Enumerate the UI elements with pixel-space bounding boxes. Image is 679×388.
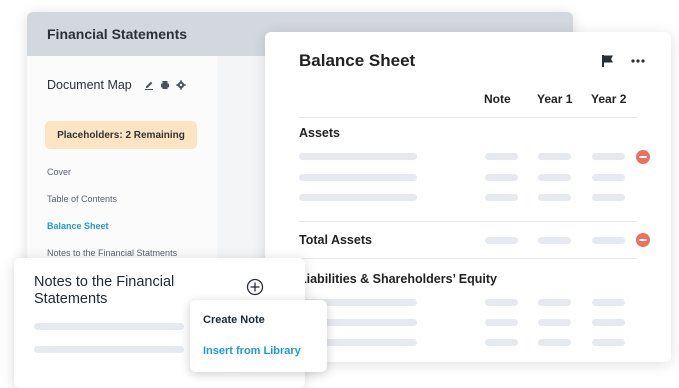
cell-placeholder [538,319,571,326]
divider [299,221,637,222]
cell-placeholder [592,319,625,326]
cell-placeholder [485,194,518,201]
cell-placeholder [592,153,625,160]
row-label-placeholder [299,174,417,181]
cell-placeholder [485,299,518,306]
nav-item-table-of-contents[interactable]: Table of Contents [47,194,117,204]
menu-item-create-note[interactable]: Create Note [203,314,265,326]
section-liabilities: Liabilities & Shareholders’ Equity [299,272,497,286]
printer-icon[interactable] [160,80,170,90]
cell-placeholder [592,194,625,201]
cell-placeholder [592,299,625,306]
column-header-year-2: Year 2 [591,92,627,106]
cell-placeholder [538,153,571,160]
nav-item-notes[interactable]: Notes to the Financial Statments [47,248,177,258]
cell-placeholder [592,174,625,181]
row-label-placeholder [299,194,417,201]
cell-placeholder [485,237,518,244]
plus-circle-icon[interactable] [246,278,264,296]
menu-item-insert-from-library[interactable]: Insert from Library [203,345,301,357]
row-label-placeholder [299,153,417,160]
more-icon[interactable] [631,59,645,63]
section-assets: Assets [299,126,340,140]
remove-icon[interactable] [636,150,650,164]
flag-icon[interactable] [601,54,615,68]
remove-icon[interactable] [636,233,650,247]
column-header-year-1: Year 1 [537,92,573,106]
cell-placeholder [485,339,518,346]
document-map-label: Document Map [47,78,132,92]
placeholders-badge[interactable]: Placeholders: 2 Remaining [45,121,197,149]
pencil-icon[interactable] [144,80,154,90]
cell-placeholder [485,319,518,326]
cell-placeholder [538,237,571,244]
nav-item-cover[interactable]: Cover [47,167,71,177]
divider [299,258,637,259]
cell-placeholder [538,194,571,201]
cell-placeholder [485,174,518,181]
cell-placeholder [538,299,571,306]
nav-item-balance-sheet[interactable]: Balance Sheet [47,221,109,231]
cell-placeholder [538,339,571,346]
cell-placeholder [592,237,625,244]
column-header-note: Note [484,92,511,106]
cell-placeholder [592,339,625,346]
cell-placeholder [485,153,518,160]
gear-icon[interactable] [176,80,186,90]
note-placeholder [34,346,184,353]
cell-placeholder [538,174,571,181]
note-placeholder [34,323,184,330]
total-assets-label: Total Assets [299,233,372,247]
document-map-header: Document Map [47,78,186,92]
balance-sheet-title: Balance Sheet [299,51,416,70]
divider [299,117,637,118]
add-note-menu: Create Note Insert from Library [190,300,327,372]
